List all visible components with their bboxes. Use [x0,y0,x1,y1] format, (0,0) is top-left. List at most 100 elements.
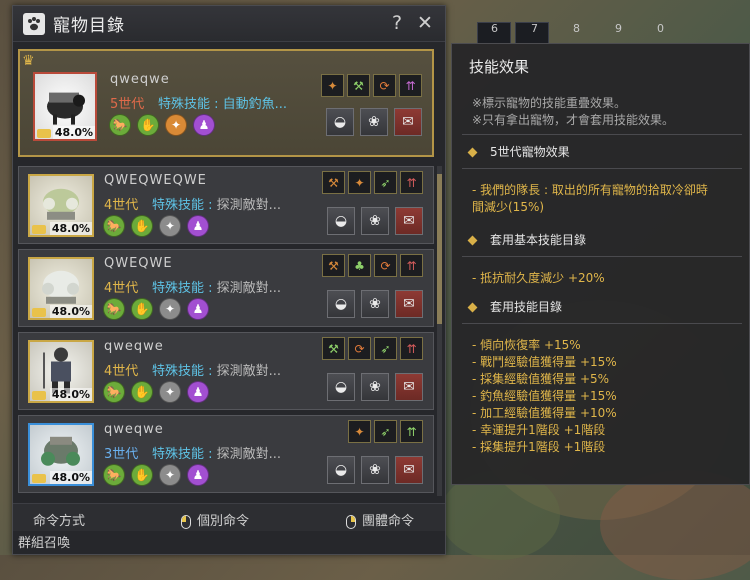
help-button[interactable]: ? [385,12,409,34]
deer-stat-icon[interactable]: 🐎 [103,381,125,403]
paw-button[interactable]: ❀ [361,290,389,318]
deer-stat-icon[interactable]: 🐎 [103,215,125,237]
deer-stat-icon[interactable]: 🐎 [109,114,131,136]
quickslot-number: 9 [615,22,622,35]
deer-skill-icon[interactable]: ✦ [348,171,371,194]
deer-stat-icon[interactable]: 🐎 [103,464,125,486]
compass-stat-icon[interactable]: ✦ [159,298,181,320]
pet-generation: 4世代 [104,364,139,379]
seal-box-button[interactable]: ✉ [395,290,423,318]
pet-card-4[interactable]: 48.0% qweqwe 4世代 特殊技能 : 探測敵對... 🐎 ✋ ✦ ♟ … [18,332,434,410]
feed-bowl-button[interactable]: ◒ [327,207,355,235]
pet-name: qweqwe [104,422,164,437]
scrollbar-thumb[interactable] [437,174,442,324]
pet-percent: 48.0% [49,222,92,235]
tooltip-note: ※只有拿出寵物，才會套用技能效果。 [472,113,675,127]
command-bar: 命令方式 個別命令 團體命令 [13,503,445,531]
fishing-skill-icon[interactable]: ⟳ [374,254,397,277]
pet-portrait: 48.0% [33,72,97,141]
paw-button[interactable]: ❀ [361,456,389,484]
group-command-option[interactable]: 團體命令 [346,510,414,529]
paw-button[interactable]: ❀ [360,108,388,136]
hand-stat-icon[interactable]: ✋ [131,298,153,320]
divider [462,168,742,169]
pet-card-3[interactable]: 48.0% QWEQWE 4世代 特殊技能 : 探測敵對... 🐎 ✋ ✦ ♟ … [18,249,434,327]
compass-stat-icon[interactable]: ✦ [159,381,181,403]
quickslot-number: 6 [491,22,498,35]
special-skill-label: 特殊技能 : [152,198,217,213]
hand-stat-icon[interactable]: ✋ [137,114,159,136]
pet-portrait: 48.0% [28,257,94,320]
compass-stat-icon[interactable]: ✦ [159,215,181,237]
special-skill-label: 特殊技能 : [152,447,217,462]
panel-header[interactable]: 寵物目錄 ? ✕ [13,6,445,42]
left-mouse-icon [181,514,191,529]
pickaxe-skill-icon[interactable]: ⚒ [322,337,345,360]
clover-skill-icon[interactable]: ♣ [348,254,371,277]
deer-skill-icon[interactable]: ✦ [348,420,371,443]
pet-list-scrollbar[interactable] [437,166,442,496]
tooltip-title: 技能效果 [469,58,530,76]
special-skill: 特殊技能 : 探測敵對... [152,360,281,379]
command-mode-label: 命令方式 [33,514,86,529]
seal-box-button[interactable]: ✉ [395,207,423,235]
hammer-skill-icon[interactable]: ⚒ [322,254,345,277]
pet-card-1[interactable]: ♛ 48.0% qweqwe 5世代 特殊技能 : 自動釣魚... 🐎 ✋ ✦ … [18,49,434,157]
pet-list-panel: 寵物目錄 ? ✕ ♛ 48.0% qweqwe 5世代 特殊技能 : 自動釣魚.… [12,5,446,555]
special-skill-label: 特殊技能 : [152,281,217,296]
feed-bowl-button[interactable]: ◒ [327,456,355,484]
special-skill-value: 探測敵對... [216,447,282,462]
pet-card-5[interactable]: 48.0% qweqwe 3世代 特殊技能 : 探測敵對... 🐎 ✋ ✦ ♟ … [18,415,434,493]
tier-tag-icon [32,391,46,400]
wing-skill-icon[interactable]: ➶ [374,337,397,360]
pet-generation: 4世代 [104,281,139,296]
fishing-skill-icon[interactable]: ⟳ [373,74,396,97]
deer-stat-icon[interactable]: 🐎 [103,298,125,320]
hand-stat-icon[interactable]: ✋ [131,464,153,486]
bag-stat-icon[interactable]: ♟ [187,381,209,403]
hammer-skill-icon[interactable]: ⚒ [322,171,345,194]
special-skill-value: 探測敵對... [216,364,282,379]
feed-bowl-button[interactable]: ◒ [327,373,355,401]
fishing-skill-icon[interactable]: ⟳ [348,337,371,360]
feed-bowl-button[interactable]: ◒ [326,108,354,136]
section-heading: 套用技能目錄 [467,298,562,315]
hand-stat-icon[interactable]: ✋ [131,215,153,237]
bag-stat-icon[interactable]: ♟ [193,114,215,136]
compass-stat-icon[interactable]: ✦ [165,114,187,136]
seal-box-button[interactable]: ✉ [395,373,423,401]
arrows-skill-icon[interactable]: ⇈ [400,254,423,277]
pet-card-2[interactable]: 48.0% QWEQWEQWE 4世代 特殊技能 : 探測敵對... 🐎 ✋ ✦… [18,166,434,244]
bag-stat-icon[interactable]: ♟ [187,464,209,486]
section-heading: 5世代寵物效果 [467,143,570,160]
close-button[interactable]: ✕ [413,12,437,34]
arrows-skill-icon[interactable]: ⇈ [399,74,422,97]
wing-skill-icon[interactable]: ➶ [374,171,397,194]
seal-box-button[interactable]: ✉ [395,456,423,484]
diamond-icon [467,147,478,158]
pickaxe-skill-icon[interactable]: ⚒ [347,74,370,97]
feed-bowl-button[interactable]: ◒ [327,290,355,318]
paw-button[interactable]: ❀ [361,207,389,235]
hand-stat-icon[interactable]: ✋ [131,381,153,403]
compass-stat-icon[interactable]: ✦ [159,464,181,486]
arrows-skill-icon[interactable]: ⇈ [400,420,423,443]
bag-stat-icon[interactable]: ♟ [187,298,209,320]
arrows-skill-icon[interactable]: ⇈ [400,171,423,194]
pet-stat-icons: 🐎 ✋ ✦ ♟ [109,114,215,136]
seal-box-button[interactable]: ✉ [394,108,422,136]
arrows-skill-icon[interactable]: ⇈ [400,337,423,360]
paw-button[interactable]: ❀ [361,373,389,401]
tier-tag-icon [32,474,46,483]
effect-line: - 釣魚經驗值獲得量 +15% [472,389,617,403]
tooltip-note: ※標示寵物的技能重疊效果。 [472,96,627,110]
wing-skill-icon[interactable]: ➶ [374,420,397,443]
individual-command-option[interactable]: 個別命令 [181,510,249,529]
pet-figure-icon [43,188,79,220]
pet-percent: 48.0% [49,305,92,318]
special-skill-label: 特殊技能 : [158,97,223,112]
bag-stat-icon[interactable]: ♟ [187,215,209,237]
effect-line: - 戰鬥經驗值獲得量 +15% [472,355,617,369]
deer-skill-icon[interactable]: ✦ [321,74,344,97]
pet-portrait: 48.0% [28,423,94,486]
